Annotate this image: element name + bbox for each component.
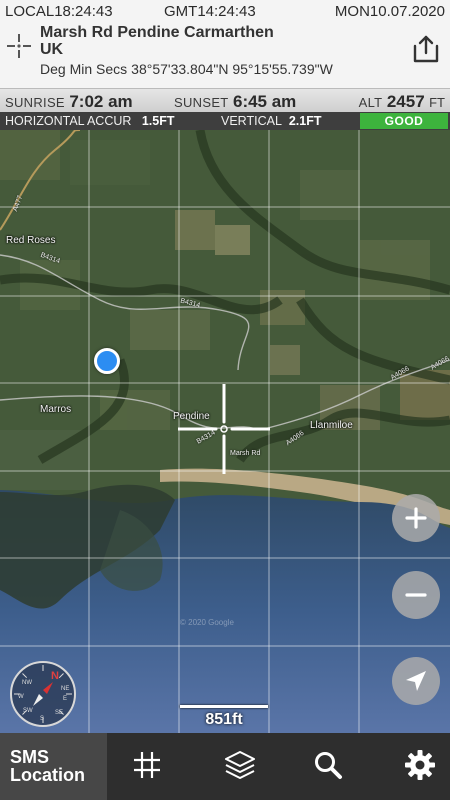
location-label: Location	[10, 765, 85, 785]
plus-icon	[405, 507, 427, 529]
sunrise-label: SUNRISE	[5, 95, 65, 110]
vertical-accuracy-value: 2.1FT	[288, 114, 322, 128]
scale-line	[180, 705, 268, 708]
search-icon	[315, 752, 342, 779]
satellite-map[interactable]: Red Roses Marros Pendine Llanmiloe A477 …	[0, 130, 450, 733]
share-button[interactable]	[410, 34, 442, 64]
place-label-llanmiloe: Llanmiloe	[310, 420, 353, 431]
settings-button[interactable]	[402, 747, 438, 783]
map-center-crosshair	[178, 384, 270, 474]
coordinates-value: 38°57'33.804"N 95°15'55.739"W	[131, 61, 333, 77]
coordinates-row[interactable]: Deg Min Secs 38°57'33.804"N 95°15'55.739"…	[40, 61, 333, 77]
compass-mark: NW	[22, 680, 32, 686]
vertical-accuracy-label: VERTICAL	[221, 114, 282, 128]
date-display: MON10.07.2020	[334, 3, 445, 20]
address-line-2: UK	[40, 41, 64, 58]
altitude: ALT 2457 FT	[359, 92, 445, 112]
zoom-in-button[interactable]	[392, 494, 440, 542]
map-watermark: © 2020 Google	[180, 618, 234, 627]
status-header: LOCAL18:24:43 GMT14:24:43 MON10.07.2020 …	[0, 0, 450, 88]
crosshair-icon	[7, 34, 31, 58]
sunrise: SUNRISE 7:02 am	[5, 92, 133, 112]
local-time: LOCAL18:24:43	[5, 3, 113, 20]
address-line-1: Marsh Rd Pendine Carmarthen	[40, 24, 274, 41]
horizontal-accuracy-label: HORIZONTAL ACCUR	[5, 114, 132, 128]
compass-mark: E	[63, 696, 67, 702]
gear-icon	[405, 750, 435, 780]
sms-label: SMS	[10, 747, 50, 767]
layers-icon	[225, 751, 255, 779]
compass-mark: NE	[61, 686, 69, 692]
time-row: LOCAL18:24:43 GMT14:24:43 MON10.07.2020	[0, 3, 450, 21]
altitude-unit: FT	[429, 95, 445, 110]
sunrise-value: 7:02 am	[69, 92, 133, 111]
grid-icon	[134, 752, 160, 778]
scale-bar: 851ft	[180, 702, 268, 732]
place-label-marros: Marros	[40, 404, 72, 415]
horizontal-accuracy-value: 1.5FT	[141, 114, 175, 128]
compass-mark: W	[18, 694, 24, 700]
sunset-value: 6:45 am	[232, 92, 297, 111]
coordinate-format[interactable]: Deg Min Secs	[40, 61, 127, 77]
accuracy-status-badge: GOOD	[360, 113, 448, 129]
minus-icon	[405, 593, 427, 597]
current-location-dot[interactable]	[94, 348, 120, 374]
sunset-label: SUNSET	[174, 95, 229, 110]
navigation-arrow-icon	[406, 671, 426, 691]
address: Marsh Rd Pendine Carmarthen UK	[40, 24, 274, 58]
locate-me-button[interactable]	[392, 657, 440, 705]
bottom-toolbar: SMS Location	[0, 733, 450, 800]
sun-info-bar: SUNRISE 7:02 am SUNSET 6:45 am ALT 2457 …	[0, 88, 450, 112]
compass-mark: SE	[55, 710, 63, 716]
gmt-time: GMT14:24:43	[164, 3, 256, 20]
grid-button[interactable]	[129, 747, 165, 783]
compass-north-label: N	[51, 670, 59, 682]
sunset: SUNSET 6:45 am	[174, 92, 296, 112]
layers-button[interactable]	[222, 747, 258, 783]
compass-mark: SW	[23, 708, 33, 714]
altitude-value: 2457	[386, 92, 425, 111]
altitude-label: ALT	[358, 95, 383, 110]
zoom-out-button[interactable]	[392, 571, 440, 619]
compass-icon[interactable]: N NE E SE S SW W NW	[9, 660, 77, 728]
place-label-red-roses: Red Roses	[6, 235, 56, 246]
search-button[interactable]	[310, 747, 346, 783]
sms-location-button[interactable]: SMS Location	[0, 733, 107, 800]
compass-mark: S	[40, 716, 44, 722]
accuracy-bar: HORIZONTAL ACCUR 1.5FT VERTICAL 2.1FT GO…	[0, 112, 450, 130]
scale-distance: 851ft	[205, 711, 243, 728]
vertical-accuracy: VERTICAL 2.1FT	[221, 114, 322, 128]
horizontal-accuracy: HORIZONTAL ACCUR 1.5FT	[5, 114, 174, 128]
